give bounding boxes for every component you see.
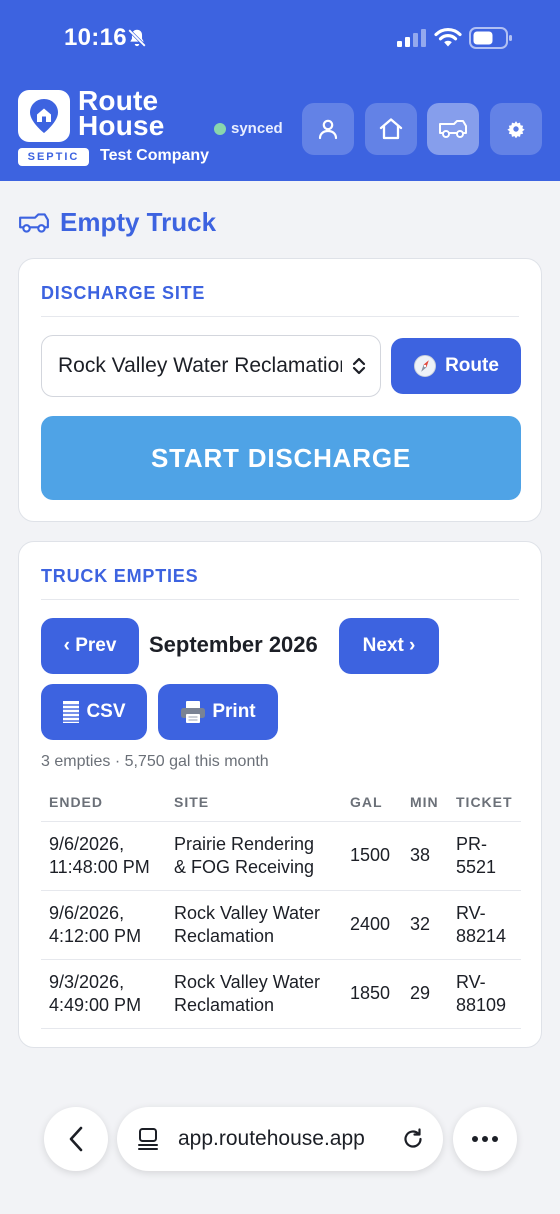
table-header-row: ENDED SITE GAL MIN TICKET [41, 783, 521, 822]
site-line-2: Reclamation [174, 925, 275, 946]
browser-back-button[interactable] [44, 1107, 108, 1171]
month-label: September 2026 [149, 632, 318, 657]
nav-settings-button[interactable] [490, 103, 542, 155]
more-dots-icon [472, 1136, 498, 1142]
gear-icon [507, 121, 525, 138]
discharge-site-heading: DISCHARGE SITE [41, 283, 519, 317]
cell-gal: 1500 [342, 821, 402, 891]
discharge-site-card: DISCHARGE SITE Rock Valley Water Reclama… [18, 258, 542, 522]
browser-more-button[interactable] [453, 1107, 517, 1171]
cell-min: 32 [402, 890, 448, 960]
ended-time: 4:49:00 PM [49, 994, 142, 1015]
industry-badge: SEPTIC [18, 148, 89, 166]
cell-ended: 9/6/2026, 11:48:00 PM [41, 821, 166, 891]
compass-icon [414, 355, 437, 377]
company-name: Test Company [100, 147, 210, 164]
nav-truck-button[interactable] [427, 103, 479, 155]
ended-time: 11:48:00 PM [49, 856, 150, 877]
column-header-site: SITE [166, 783, 342, 822]
sync-dot-icon [214, 122, 226, 135]
cell-min: 29 [402, 959, 448, 1029]
ended-date: 9/6/2026, [49, 833, 125, 854]
csv-button-label: CSV [86, 701, 126, 722]
ticket-line-2: 88214 [456, 925, 507, 946]
print-button[interactable]: Print [158, 684, 278, 740]
page-title-text: Empty Truck [60, 207, 217, 237]
cell-site: Rock Valley Water Reclamation [166, 959, 342, 1029]
nav-home-button[interactable] [365, 103, 417, 155]
empties-table: ENDED SITE GAL MIN TICKET 9/6/2026, 11:48… [41, 783, 521, 1029]
house-pin-logo-icon [30, 99, 58, 133]
cell-ticket: RV- 88214 [448, 890, 521, 960]
column-header-gal: GAL [342, 783, 402, 822]
ticket-line-1: RV- [456, 902, 486, 923]
site-line-1: Prairie Rendering [174, 833, 315, 854]
site-line-2: & FOG Receiving [174, 856, 315, 877]
ended-date: 9/3/2026, [49, 971, 125, 992]
table-row: 9/3/2026, 4:49:00 PM Rock Valley Water Rec… [41, 959, 521, 1029]
column-header-ticket: TICKET [448, 783, 521, 822]
printer-icon [181, 701, 206, 723]
ended-time: 4:12:00 PM [49, 925, 142, 946]
truck-icon [439, 120, 467, 138]
route-button[interactable]: Route [391, 338, 521, 394]
column-header-ended: ENDED [41, 783, 166, 822]
cell-site: Prairie Rendering & FOG Receiving [166, 821, 342, 891]
nav-profile-button[interactable] [302, 103, 354, 155]
status-time: 10:16 [64, 24, 127, 51]
ended-date: 9/6/2026, [49, 902, 125, 923]
cell-ticket: PR- 5521 [448, 821, 521, 891]
cell-ticket: RV- 88109 [448, 959, 521, 1029]
table-row: 9/6/2026, 4:12:00 PM Rock Valley Water Rec… [41, 890, 521, 960]
reload-icon[interactable] [401, 1127, 425, 1151]
site-line-1: Rock Valley Water [174, 902, 321, 923]
ticket-line-1: PR- [456, 833, 487, 854]
cell-site: Rock Valley Water Reclamation [166, 890, 342, 960]
site-line-2: Reclamation [174, 994, 275, 1015]
brand-name: Route House [78, 87, 165, 141]
ticket-line-1: RV- [456, 971, 486, 992]
cell-gal: 2400 [342, 890, 402, 960]
cell-gal: 1850 [342, 959, 402, 1029]
status-bar: 10:16 [0, 0, 560, 76]
prev-month-button[interactable]: ‹ Prev [41, 618, 139, 674]
route-button-label: Route [445, 355, 499, 376]
truck-icon [19, 212, 49, 233]
column-header-min: MIN [402, 783, 448, 822]
cellular-signal-icon [397, 29, 426, 47]
chevron-left-icon [69, 1126, 83, 1152]
csv-export-button[interactable]: CSV [41, 684, 147, 740]
user-icon [318, 119, 338, 140]
battery-icon [469, 27, 512, 49]
page-tabs-icon [138, 1128, 158, 1150]
home-icon [379, 118, 403, 140]
discharge-site-value: Rock Valley Water Reclamation [58, 354, 342, 377]
app-logo [18, 90, 70, 142]
start-discharge-button[interactable]: START DISCHARGE [41, 416, 521, 500]
app-header: 10:16 Route House SEPTIC Test Company sy… [0, 0, 560, 181]
ledger-icon [63, 701, 80, 723]
page-title: Empty Truck [18, 207, 216, 238]
discharge-site-select[interactable]: Rock Valley Water Reclamation [41, 335, 381, 397]
print-button-label: Print [212, 701, 256, 722]
site-line-1: Rock Valley Water [174, 971, 321, 992]
wifi-icon [434, 27, 462, 47]
next-month-button[interactable]: Next › [339, 618, 439, 674]
ticket-line-2: 88109 [456, 994, 507, 1015]
bell-off-icon [127, 28, 147, 48]
sync-status: synced [214, 120, 283, 137]
brand-line-2: House [78, 110, 165, 141]
browser-address-bar[interactable]: app.routehouse.app [117, 1107, 443, 1171]
truck-empties-card: TRUCK EMPTIES ‹ Prev September 2026 Next… [18, 541, 542, 1048]
cell-ended: 9/6/2026, 4:12:00 PM [41, 890, 166, 960]
empties-summary: 3 empties · 5,750 gal this month [41, 753, 269, 770]
table-row: 9/6/2026, 11:48:00 PM Prairie Rendering & … [41, 821, 521, 891]
sync-status-label: synced [231, 120, 283, 137]
browser-url: app.routehouse.app [178, 1127, 365, 1150]
chevron-up-down-icon [352, 357, 366, 375]
cell-ended: 9/3/2026, 4:49:00 PM [41, 959, 166, 1029]
cell-min: 38 [402, 821, 448, 891]
ticket-line-2: 5521 [456, 856, 497, 877]
truck-empties-heading: TRUCK EMPTIES [41, 566, 519, 600]
